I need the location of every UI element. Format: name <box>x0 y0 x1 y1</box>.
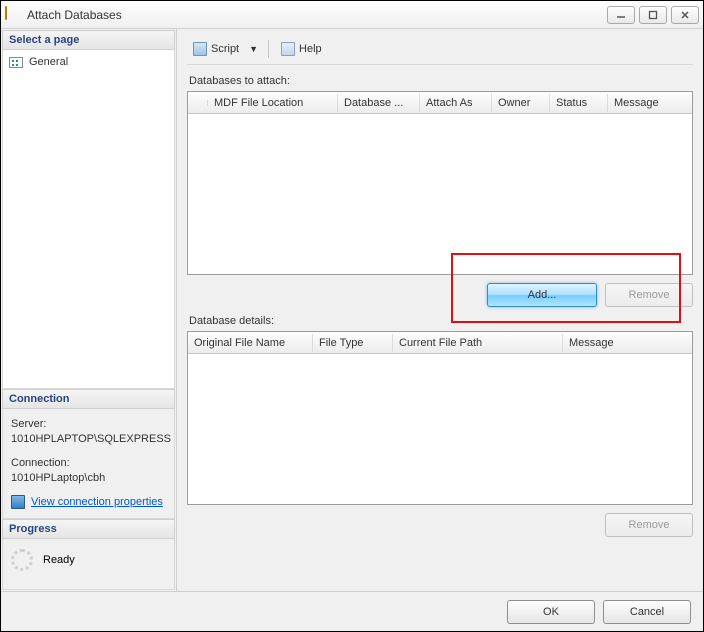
cancel-button[interactable]: Cancel <box>603 600 691 624</box>
attach-buttons: Add... Remove <box>187 275 693 315</box>
conn-value: 1010HPLaptop\cbh <box>11 471 166 486</box>
progress-panel: Ready <box>2 539 175 590</box>
page-nav: General <box>2 50 175 389</box>
col-db[interactable]: Database ... <box>338 94 420 112</box>
col-status[interactable]: Status <box>550 94 608 112</box>
remove-attach-button: Remove <box>605 283 693 307</box>
ok-button[interactable]: OK <box>507 600 595 624</box>
dcol-orig[interactable]: Original File Name <box>188 334 313 352</box>
dcol-path[interactable]: Current File Path <box>393 334 563 352</box>
details-grid-header: Original File Name File Type Current Fil… <box>188 332 692 354</box>
details-label: Database details: <box>189 315 693 327</box>
script-icon <box>193 42 207 56</box>
attach-grid-body[interactable] <box>188 114 692 274</box>
app-icon <box>5 7 21 23</box>
script-button[interactable]: Script <box>189 40 243 58</box>
toolbar-separator <box>268 40 269 58</box>
main-panel: Script ▼ Help Databases to attach: MDF F… <box>177 29 703 591</box>
attach-grid-header: MDF File Location Database ... Attach As… <box>188 92 692 114</box>
window-buttons <box>607 6 699 24</box>
conn-label: Connection: <box>11 456 166 471</box>
content-area: Select a page General Connection Server:… <box>1 29 703 591</box>
sidebar: Select a page General Connection Server:… <box>1 29 177 591</box>
help-icon <box>281 42 295 56</box>
maximize-button[interactable] <box>639 6 667 24</box>
remove-details-button: Remove <box>605 513 693 537</box>
window-title: Attach Databases <box>27 8 607 22</box>
nav-general-label: General <box>29 56 68 68</box>
properties-icon <box>11 495 25 509</box>
page-icon <box>9 57 23 68</box>
attach-grid[interactable]: MDF File Location Database ... Attach As… <box>187 91 693 275</box>
view-connection-properties[interactable]: View connection properties <box>11 495 166 510</box>
main-content: Databases to attach: MDF File Location D… <box>187 75 693 583</box>
footer-buttons: OK Cancel <box>1 591 703 631</box>
col-message[interactable]: Message <box>608 94 692 112</box>
details-buttons: Remove <box>187 505 693 545</box>
toolbar: Script ▼ Help <box>187 37 693 65</box>
title-bar: Attach Databases <box>1 1 703 29</box>
connection-header: Connection <box>2 389 175 409</box>
spinner-icon <box>11 549 33 571</box>
details-grid[interactable]: Original File Name File Type Current Fil… <box>187 331 693 505</box>
script-dropdown[interactable]: ▼ <box>247 44 260 54</box>
dcol-type[interactable]: File Type <box>313 334 393 352</box>
col-attachas[interactable]: Attach As <box>420 94 492 112</box>
help-label: Help <box>299 43 322 55</box>
progress-header: Progress <box>2 519 175 539</box>
minimize-button[interactable] <box>607 6 635 24</box>
view-connection-label: View connection properties <box>31 495 163 510</box>
close-button[interactable] <box>671 6 699 24</box>
script-label: Script <box>211 43 239 55</box>
nav-general[interactable]: General <box>9 54 168 70</box>
connection-panel: Server: 1010HPLAPTOP\SQLEXPRESS Connecti… <box>2 409 175 519</box>
server-value: 1010HPLAPTOP\SQLEXPRESS <box>11 432 166 447</box>
select-page-header: Select a page <box>2 30 175 50</box>
help-button[interactable]: Help <box>277 40 326 58</box>
col-mdf[interactable]: MDF File Location <box>208 94 338 112</box>
attach-label: Databases to attach: <box>189 75 693 87</box>
details-grid-body[interactable] <box>188 354 692 504</box>
progress-state: Ready <box>43 554 75 566</box>
dcol-msg[interactable]: Message <box>563 334 692 352</box>
add-button[interactable]: Add... <box>487 283 597 307</box>
col-owner[interactable]: Owner <box>492 94 550 112</box>
server-label: Server: <box>11 417 166 432</box>
